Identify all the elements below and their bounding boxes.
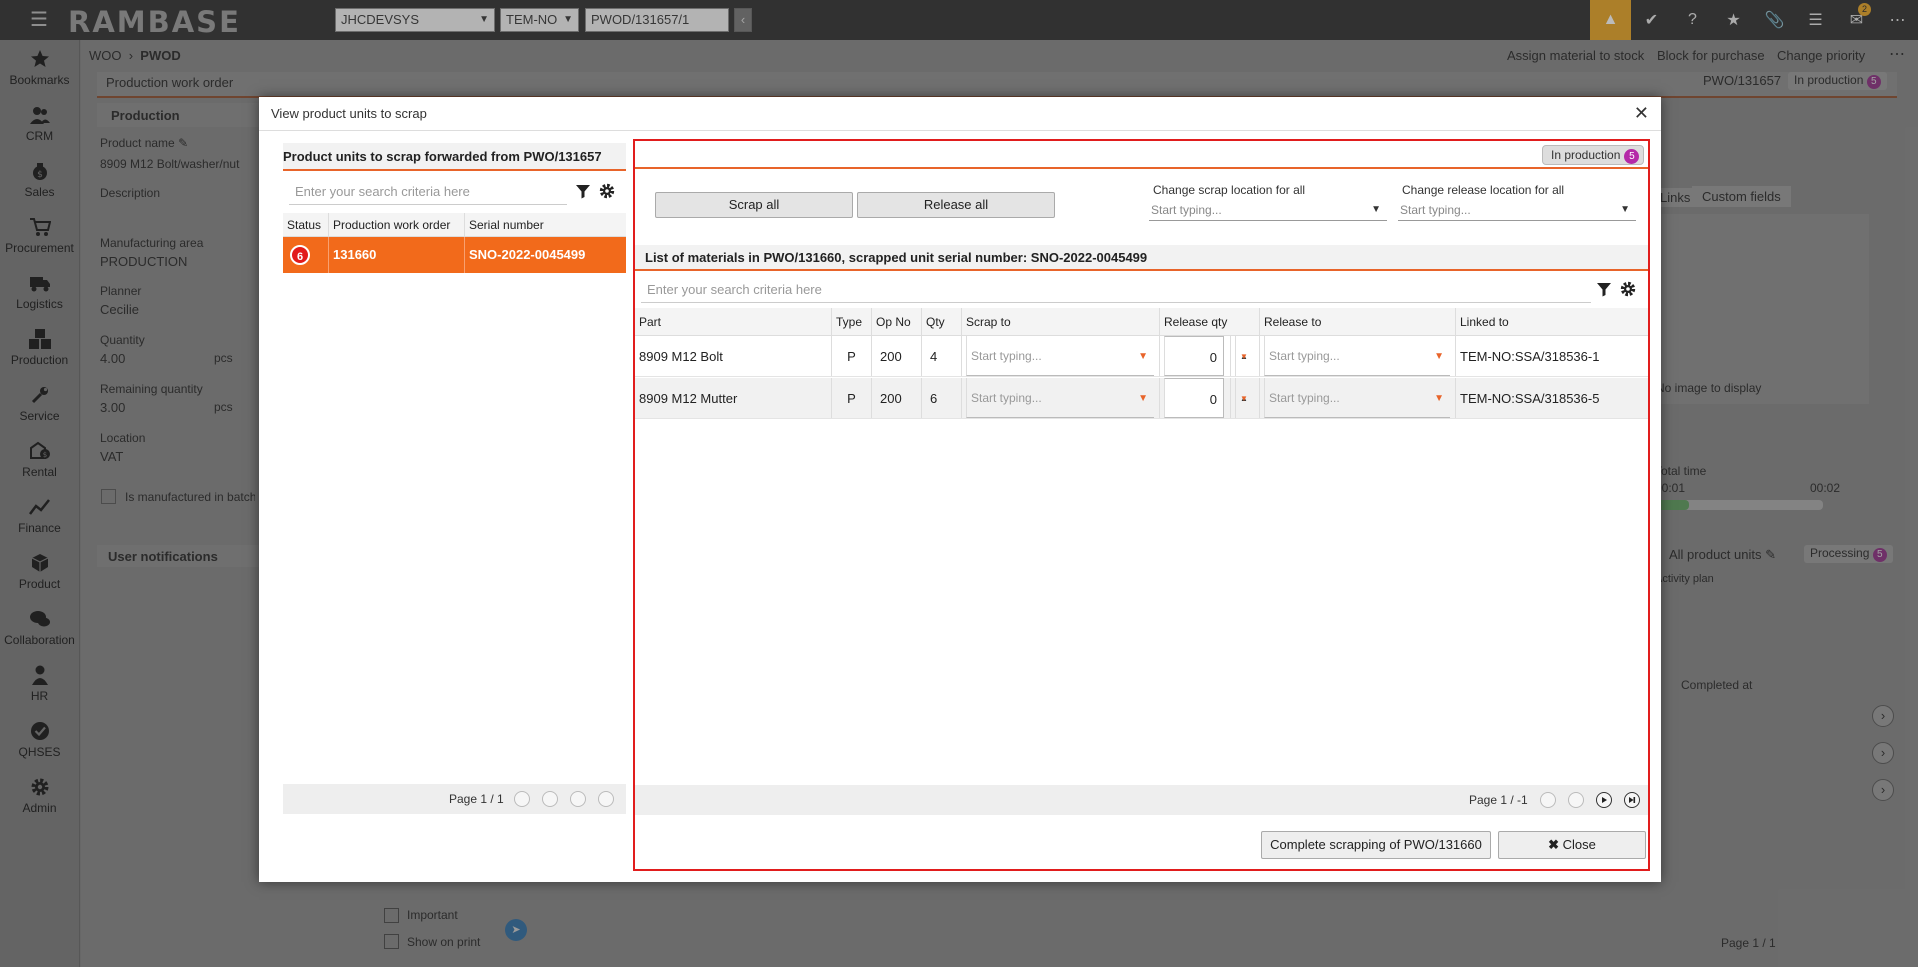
combobox-placeholder: Start typing... — [1269, 391, 1340, 405]
table-row[interactable]: 6 131660 SNO-2022-0045499 — [283, 237, 626, 273]
release-qty-cell: 0 ▲ ▼ — [1159, 378, 1259, 418]
dialog-title: View product units to scrap — [271, 106, 427, 121]
release-all-button[interactable]: Release all — [857, 192, 1055, 218]
first-page-button[interactable] — [514, 791, 530, 807]
units-search-input[interactable]: Enter your search criteria here — [289, 179, 567, 205]
quantity-stepper[interactable]: ▲ ▼ — [1230, 336, 1248, 376]
column-header-scrap-to[interactable]: Scrap to — [961, 308, 1159, 335]
last-page-button[interactable] — [598, 791, 614, 807]
column-header-op-no[interactable]: Op No — [871, 308, 921, 335]
chevron-down-icon: ▼ — [1620, 204, 1630, 215]
chevron-down-icon: ▼ — [1434, 351, 1444, 362]
chevron-down-icon: ▼ — [1434, 393, 1444, 404]
pwo-cell: 131660 — [328, 237, 464, 273]
dialog-header: View product units to scrap ✕ — [259, 97, 1661, 131]
status-cell: 6 — [283, 237, 328, 273]
release-qty-input[interactable]: 0 — [1164, 336, 1224, 376]
materials-list-title: List of materials in PWO/131660, scrappe… — [635, 245, 1648, 271]
type-cell: P — [831, 378, 871, 418]
linked-to-cell: TEM-NO:SSA/318536-1 — [1455, 336, 1648, 376]
combobox-placeholder: Start typing... — [971, 349, 1042, 363]
serial-cell: SNO-2022-0045499 — [464, 237, 626, 273]
column-header-serial[interactable]: Serial number — [464, 213, 626, 236]
scrap-to-combobox[interactable]: Start typing... ▼ — [966, 336, 1154, 376]
filter-icon[interactable] — [1596, 281, 1614, 299]
op-no-cell: 200 — [871, 378, 921, 418]
page-info: Page 1 / -1 — [1469, 793, 1528, 807]
linked-to-cell: TEM-NO:SSA/318536-5 — [1455, 378, 1648, 418]
release-qty-input[interactable]: 0 — [1164, 378, 1224, 418]
close-icon: ✖ — [1548, 837, 1560, 852]
scrap-location-label: Change scrap location for all — [1153, 183, 1306, 197]
qty-cell: 4 — [921, 336, 961, 376]
close-icon[interactable]: ✕ — [1634, 103, 1649, 124]
complete-scrapping-button[interactable]: Complete scrapping of PWO/131660 — [1261, 831, 1491, 859]
column-header-part[interactable]: Part — [635, 308, 831, 335]
close-button-label: Close — [1562, 837, 1596, 852]
close-button[interactable]: ✖ Close — [1498, 831, 1646, 859]
arrow-down-icon[interactable]: ▼ — [1235, 378, 1248, 418]
materials-table-header: Part Type Op No Qty Scrap to Release qty… — [635, 308, 1648, 336]
scrap-location-all-combobox[interactable]: Start typing... ▼ — [1149, 199, 1387, 221]
combobox-placeholder: Start typing... — [971, 391, 1042, 405]
materials-pane-header: In production 5 — [635, 141, 1648, 169]
status-badge: In production 5 — [1542, 145, 1645, 165]
quantity-stepper[interactable]: ▲ ▼ — [1230, 378, 1248, 418]
last-page-button[interactable] — [1624, 792, 1640, 808]
status-count: 5 — [1624, 149, 1640, 164]
column-header-linked-to[interactable]: Linked to — [1455, 308, 1648, 335]
op-no-cell: 200 — [871, 336, 921, 376]
filter-icon[interactable] — [575, 183, 593, 201]
first-page-button[interactable] — [1540, 792, 1556, 808]
materials-pane: In production 5 Scrap all Release all Cha… — [633, 139, 1650, 871]
table-row[interactable]: 8909 M12 Bolt P 200 4 Start typing... ▼ 0… — [635, 336, 1648, 377]
next-page-button[interactable] — [1596, 792, 1612, 808]
units-table-header: Status Production work order Serial numb… — [283, 213, 626, 237]
status-text: In production — [1551, 148, 1621, 162]
units-pager: Page 1 / 1 — [283, 784, 626, 814]
scrap-to-cell: Start typing... ▼ — [961, 336, 1159, 376]
combobox-placeholder: Start typing... — [1269, 349, 1340, 363]
column-header-release-to[interactable]: Release to — [1259, 308, 1455, 335]
scrap-units-dialog: View product units to scrap ✕ Product un… — [259, 97, 1661, 882]
type-cell: P — [831, 336, 871, 376]
release-location-all-combobox[interactable]: Start typing... ▼ — [1398, 199, 1636, 221]
release-to-combobox[interactable]: Start typing... ▼ — [1264, 336, 1450, 376]
table-row[interactable]: 8909 M12 Mutter P 200 6 Start typing... ▼… — [635, 378, 1648, 419]
scrap-to-combobox[interactable]: Start typing... ▼ — [966, 378, 1154, 418]
column-header-status[interactable]: Status — [283, 213, 328, 236]
column-header-release-qty[interactable]: Release qty — [1159, 308, 1259, 335]
part-cell: 8909 M12 Bolt — [639, 349, 723, 364]
column-header-pwo[interactable]: Production work order — [328, 213, 464, 236]
chevron-down-icon: ▼ — [1138, 351, 1148, 362]
materials-pager: Page 1 / -1 — [635, 785, 1648, 815]
release-to-combobox[interactable]: Start typing... ▼ — [1264, 378, 1450, 418]
prev-page-button[interactable] — [542, 791, 558, 807]
materials-search-input[interactable]: Enter your search criteria here — [641, 277, 1591, 303]
release-to-cell: Start typing... ▼ — [1259, 336, 1455, 376]
combobox-placeholder: Start typing... — [1400, 203, 1471, 217]
chevron-down-icon: ▼ — [1371, 204, 1381, 215]
next-page-button[interactable] — [570, 791, 586, 807]
units-list-title: Product units to scrap forwarded from PW… — [283, 143, 626, 171]
settings-icon[interactable] — [1620, 281, 1638, 299]
scrap-to-cell: Start typing... ▼ — [961, 378, 1159, 418]
page-info: Page 1 / 1 — [449, 792, 504, 806]
combobox-placeholder: Start typing... — [1151, 203, 1222, 217]
column-header-type[interactable]: Type — [831, 308, 871, 335]
arrow-down-icon[interactable]: ▼ — [1235, 336, 1248, 376]
units-list-title-text: Product units to scrap forwarded from PW… — [283, 149, 602, 164]
part-cell: 8909 M12 Mutter — [639, 391, 738, 406]
column-header-qty[interactable]: Qty — [921, 308, 961, 335]
release-qty-cell: 0 ▲ ▼ — [1159, 336, 1259, 376]
prev-page-button[interactable] — [1568, 792, 1584, 808]
scrap-all-button[interactable]: Scrap all — [655, 192, 853, 218]
status-badge: 6 — [290, 245, 310, 265]
release-location-label: Change release location for all — [1402, 183, 1565, 197]
chevron-down-icon: ▼ — [1138, 393, 1148, 404]
units-list-pane: Product units to scrap forwarded from PW… — [283, 143, 626, 819]
settings-icon[interactable] — [599, 183, 617, 201]
release-to-cell: Start typing... ▼ — [1259, 378, 1455, 418]
qty-cell: 6 — [921, 378, 961, 418]
